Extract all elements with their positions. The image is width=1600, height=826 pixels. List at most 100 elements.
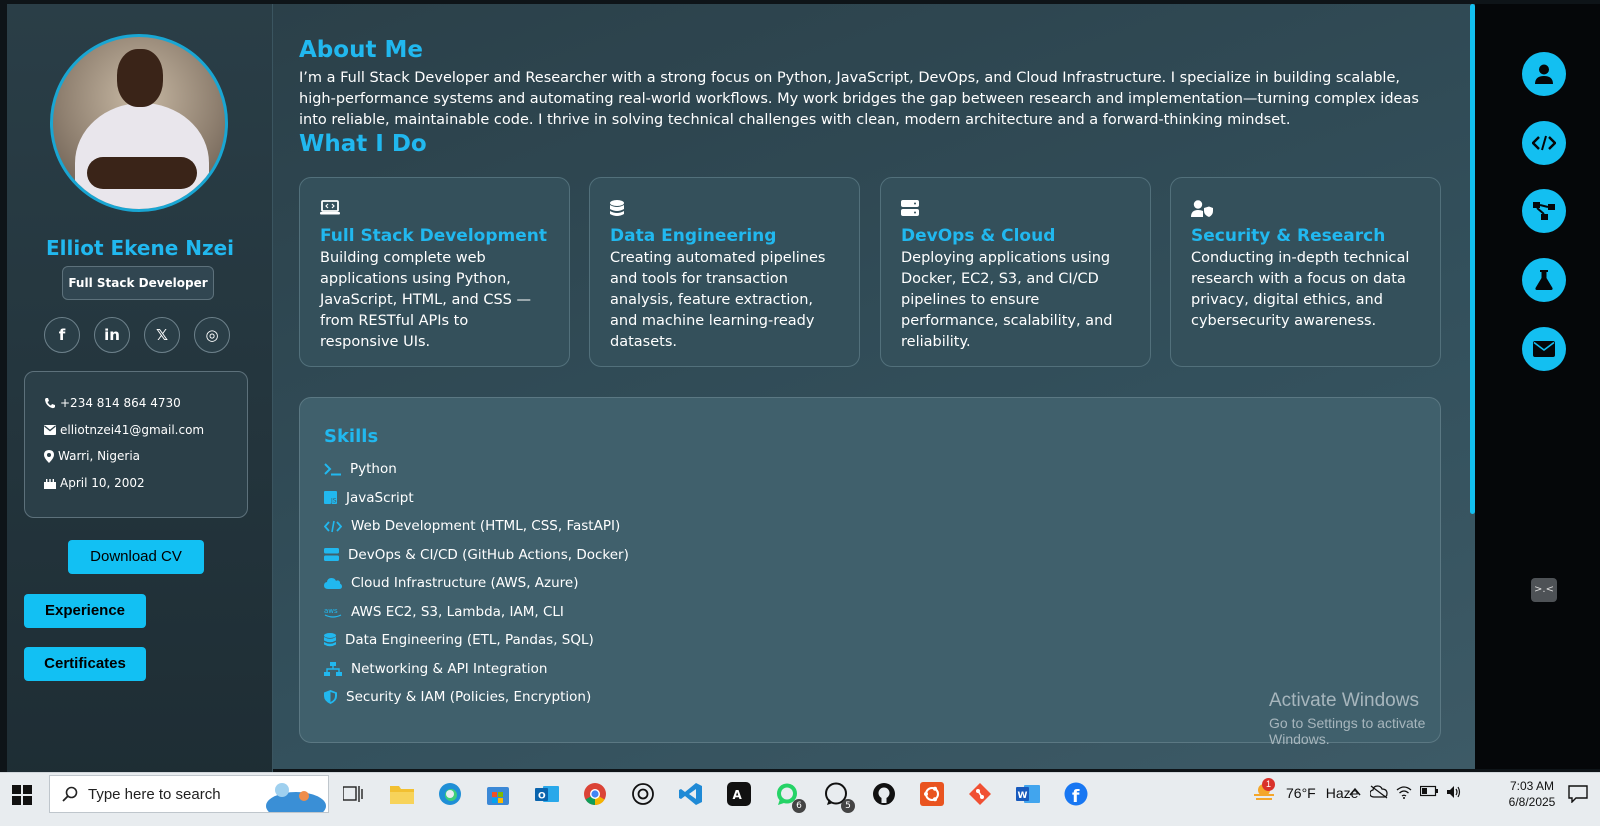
project-diagram-icon (1533, 202, 1555, 220)
linkedin-icon[interactable]: in (94, 317, 130, 353)
chevron-up-icon[interactable] (1348, 785, 1362, 799)
edge-browser-icon[interactable] (437, 781, 463, 807)
battery-icon[interactable] (1420, 785, 1438, 797)
vscode-icon[interactable] (678, 781, 704, 807)
windows-taskbar: Type here to search O A 6 5 W f 1 76°F H… (0, 772, 1600, 826)
nav-about-button[interactable] (1522, 52, 1566, 96)
service-title: Full Stack Development (320, 226, 547, 246)
search-highlight-icon (266, 783, 326, 812)
git-icon[interactable] (967, 781, 993, 807)
envelope-icon (44, 424, 56, 435)
skill-item: Web Development (HTML, CSS, FastAPI) (324, 512, 1440, 541)
shield-icon (324, 690, 337, 705)
profile-name: Elliot Ekene Nzei (45, 236, 235, 260)
server-icon (324, 548, 339, 562)
weather-widget[interactable]: 1 76°F Haze (1252, 778, 1358, 804)
svg-text:W: W (1018, 791, 1028, 801)
github-icon[interactable] (871, 781, 897, 807)
x-icon[interactable]: 𝕏 (144, 317, 180, 353)
whatsapp-icon[interactable]: 6 (774, 781, 806, 813)
wifi-icon[interactable] (1396, 785, 1412, 799)
contact-birthday: April 10, 2002 (44, 470, 247, 497)
skill-item: Networking & API Integration (324, 655, 1440, 684)
js-icon: JS (324, 491, 337, 505)
svg-text:aws: aws (324, 607, 338, 615)
skill-item: DevOps & CI/CD (GitHub Actions, Docker) (324, 541, 1440, 570)
phone-text: +234 814 864 4730 (60, 396, 181, 411)
profile-avatar (50, 34, 228, 212)
facebook-icon[interactable]: f (44, 317, 80, 353)
nav-projects-button[interactable] (1522, 189, 1566, 233)
whatsapp-web-icon[interactable]: 5 (823, 781, 855, 813)
code-icon (324, 520, 342, 532)
svg-text:A: A (733, 788, 743, 802)
svg-text:JS: JS (330, 498, 337, 505)
instagram-icon[interactable]: ◎ (194, 317, 230, 353)
outlook-icon[interactable]: O (534, 781, 560, 807)
laptop-code-icon (320, 200, 340, 215)
taskbar-clock[interactable]: 7:03 AM 6/8/2025 (1502, 778, 1562, 810)
download-cv-button[interactable]: Download CV (68, 540, 204, 574)
profile-sidebar: Elliot Ekene Nzei Full Stack Developer f… (7, 4, 273, 786)
birthday-cake-icon (44, 478, 56, 489)
chatgpt-icon[interactable] (630, 781, 656, 807)
service-desc: Creating automated pipelines and tools f… (610, 250, 826, 350)
anthropic-icon[interactable]: A (726, 781, 752, 807)
nav-contact-button[interactable] (1522, 327, 1566, 371)
activate-windows-watermark: Activate Windows Go to Settings to activ… (1269, 690, 1426, 747)
service-desc: Building complete web applications using… (320, 250, 532, 350)
word-icon[interactable]: W (1015, 781, 1041, 807)
experience-button[interactable]: Experience (24, 594, 146, 628)
chat-widget-icon[interactable]: >.< (1531, 578, 1557, 602)
location-text: Warri, Nigeria (58, 449, 141, 464)
role-badge: Full Stack Developer (62, 266, 214, 300)
skill-item: Cloud Infrastructure (AWS, Azure) (324, 569, 1440, 598)
certificates-button[interactable]: Certificates (24, 647, 146, 681)
envelope-icon (1533, 341, 1555, 357)
svg-text:O: O (538, 792, 546, 802)
weather-badge: 1 (1262, 778, 1275, 791)
about-title: About Me (299, 37, 423, 63)
whatsapp-badge: 6 (792, 799, 806, 813)
aws-icon: aws (324, 607, 342, 618)
network-icon (324, 661, 342, 676)
facebook-app-icon[interactable]: f (1063, 781, 1089, 807)
skill-item: JS JavaScript (324, 484, 1440, 513)
email-text: elliotnzei41@gmail.com (60, 422, 205, 437)
cloud-icon (324, 578, 342, 590)
microsoft-store-icon[interactable] (485, 781, 511, 807)
notification-center-icon[interactable] (1565, 781, 1591, 807)
search-icon (62, 786, 78, 802)
file-explorer-icon[interactable] (389, 781, 415, 807)
chrome-icon[interactable] (582, 781, 608, 807)
service-desc: Deploying applications using Docker, EC2… (901, 250, 1113, 350)
service-card-security: Security & Research Conducting in-depth … (1170, 177, 1441, 367)
about-text: I’m a Full Stack Developer and Researche… (299, 70, 1419, 128)
clock-date: 6/8/2025 (1508, 795, 1556, 809)
whatsapp-web-badge: 5 (841, 799, 855, 813)
weather-temp: 76°F (1286, 785, 1316, 801)
volume-icon[interactable] (1446, 785, 1462, 799)
service-desc: Conducting in-depth technical research w… (1191, 250, 1410, 329)
cloud-sync-icon[interactable] (1370, 785, 1388, 799)
database-icon (324, 633, 336, 647)
windows-start-icon[interactable] (12, 785, 32, 809)
skill-item: aws AWS EC2, S3, Lambda, IAM, CLI (324, 603, 564, 620)
birthday-text: April 10, 2002 (60, 475, 145, 490)
nav-research-button[interactable] (1522, 258, 1566, 302)
flask-icon (1535, 270, 1553, 290)
server-icon (901, 200, 919, 216)
ubuntu-icon[interactable] (919, 781, 945, 807)
contact-card: +234 814 864 4730 elliotnzei41@gmail.com… (24, 371, 248, 518)
right-nav: >.< (1475, 4, 1600, 769)
what-i-do-title: What I Do (299, 131, 427, 157)
user-shield-icon (1191, 200, 1213, 217)
terminal-icon (324, 463, 341, 476)
task-view-icon[interactable] (340, 781, 366, 807)
nav-skills-button[interactable] (1522, 121, 1566, 165)
system-tray (1348, 785, 1462, 799)
service-card-fullstack: Full Stack Development Building complete… (299, 177, 570, 367)
user-icon (1535, 64, 1553, 84)
skill-item: Data Engineering (ETL, Pandas, SQL) (324, 626, 1440, 655)
taskbar-search-input[interactable]: Type here to search (49, 775, 329, 813)
